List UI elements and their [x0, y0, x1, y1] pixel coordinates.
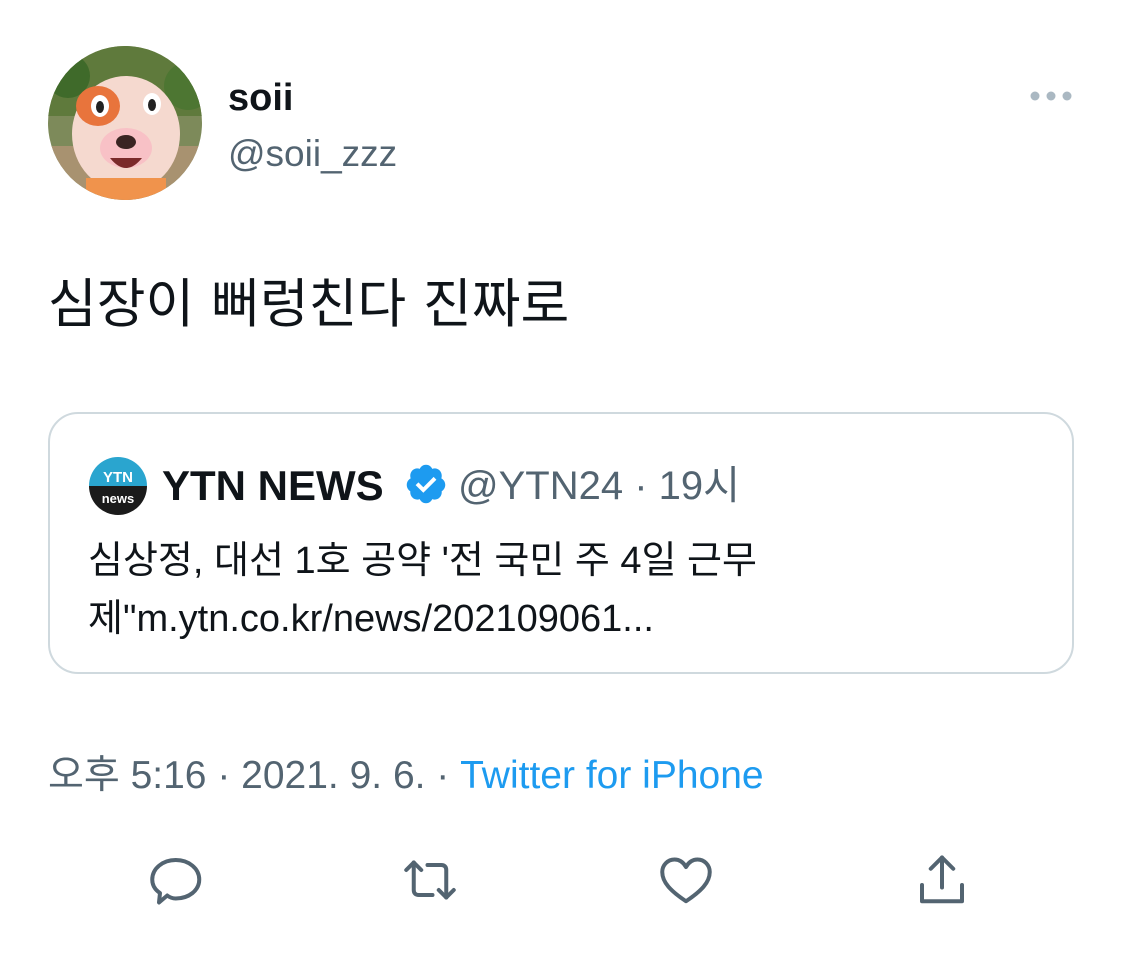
quoted-tweet-text: 심상정, 대선 1호 공약 '전 국민 주 4일 근무제"m.ytn.co.kr…: [88, 540, 757, 640]
verified-badge-icon: [404, 462, 448, 506]
reply-icon[interactable]: [146, 850, 206, 910]
quoted-display-name: YTN NEWS: [162, 462, 384, 509]
timestamp: 오후 5:16 · 2021. 9. 6. ·: [48, 754, 461, 797]
svg-text:news: news: [102, 491, 135, 506]
more-dots-icon[interactable]: [1028, 86, 1074, 106]
retweet-icon[interactable]: [400, 850, 460, 910]
avatar-image: [48, 46, 202, 200]
source-link[interactable]: Twitter for iPhone: [460, 754, 763, 797]
like-icon[interactable]: [656, 850, 716, 910]
share-icon[interactable]: [912, 850, 972, 910]
quoted-handle-time: @YTN24 · 19시: [458, 464, 740, 508]
author-avatar[interactable]: [48, 46, 202, 200]
quoted-tweet-card[interactable]: YTN news YTN NEWS @YTN24 · 19시 심상정, 대선 1…: [48, 412, 1074, 674]
author-display-name[interactable]: soii: [228, 74, 293, 122]
quoted-avatar: YTN news: [88, 456, 148, 516]
author-handle[interactable]: @soii_zzz: [228, 130, 397, 178]
tweet-text: 심장이 뻐렁친다 진짜로: [48, 274, 570, 335]
svg-text:YTN: YTN: [103, 469, 133, 486]
tweet-meta: 오후 5:16 · 2021. 9. 6. · Twitter for iPho…: [48, 750, 764, 802]
